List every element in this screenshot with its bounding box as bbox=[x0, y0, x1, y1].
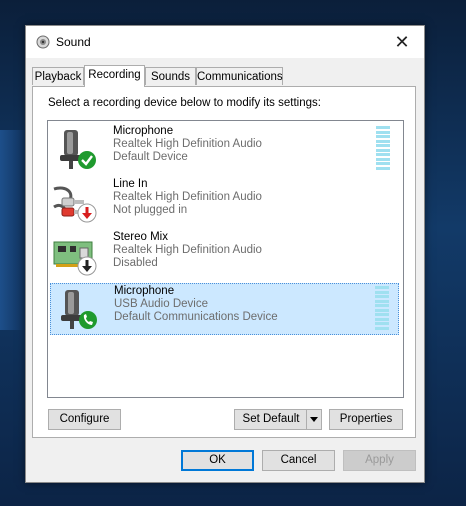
apply-button[interactable]: Apply bbox=[343, 450, 416, 471]
level-meter bbox=[375, 286, 389, 330]
device-status: Disabled bbox=[113, 257, 158, 269]
window-title: Sound bbox=[56, 35, 91, 49]
unplugged-arrow-icon bbox=[77, 203, 97, 223]
device-name: Microphone bbox=[114, 285, 175, 297]
title-bar[interactable]: Sound ✕ bbox=[26, 26, 424, 58]
device-driver: Realtek High Definition Audio bbox=[113, 244, 262, 256]
set-default-label: Set Default bbox=[242, 413, 300, 425]
recording-panel: Select a recording device below to modif… bbox=[32, 86, 416, 438]
device-list[interactable]: Microphone Realtek High Definition Audio… bbox=[47, 120, 404, 398]
configure-button[interactable]: Configure bbox=[48, 409, 121, 430]
close-button[interactable]: ✕ bbox=[380, 26, 424, 58]
device-name: Stereo Mix bbox=[113, 231, 168, 243]
instruction-text: Select a recording device below to modif… bbox=[48, 97, 321, 109]
device-status: Default Device bbox=[113, 151, 188, 163]
sound-dialog: Sound ✕ Playback Recording Sounds Commun… bbox=[25, 25, 425, 483]
properties-button[interactable]: Properties bbox=[329, 409, 403, 430]
chevron-down-icon bbox=[310, 417, 318, 422]
list-item[interactable]: Microphone USB Audio Device Default Comm… bbox=[50, 283, 399, 335]
communications-phone-icon bbox=[79, 311, 97, 329]
device-driver: Realtek High Definition Audio bbox=[113, 191, 262, 203]
ok-button[interactable]: OK bbox=[181, 450, 254, 471]
set-default-dropdown[interactable] bbox=[306, 410, 321, 429]
list-item[interactable]: Microphone Realtek High Definition Audio… bbox=[50, 124, 399, 176]
device-status: Not plugged in bbox=[113, 204, 188, 216]
speaker-icon bbox=[36, 35, 50, 49]
device-name: Microphone bbox=[113, 125, 174, 137]
device-name: Line In bbox=[113, 178, 148, 190]
tab-communications[interactable]: Communications bbox=[196, 67, 283, 85]
list-item[interactable]: Stereo Mix Realtek High Definition Audio… bbox=[50, 230, 399, 282]
default-check-icon bbox=[78, 151, 96, 169]
close-icon: ✕ bbox=[394, 32, 410, 52]
tab-playback[interactable]: Playback bbox=[32, 67, 84, 85]
device-driver: Realtek High Definition Audio bbox=[113, 138, 262, 150]
disabled-arrow-icon bbox=[77, 256, 97, 276]
level-meter bbox=[376, 126, 390, 170]
tab-sounds[interactable]: Sounds bbox=[145, 67, 196, 85]
tab-recording[interactable]: Recording bbox=[84, 65, 145, 87]
device-status: Default Communications Device bbox=[114, 311, 278, 323]
cancel-button[interactable]: Cancel bbox=[262, 450, 335, 471]
list-item[interactable]: Line In Realtek High Definition Audio No… bbox=[50, 177, 399, 229]
device-driver: USB Audio Device bbox=[114, 298, 208, 310]
set-default-button[interactable]: Set Default bbox=[234, 409, 322, 430]
